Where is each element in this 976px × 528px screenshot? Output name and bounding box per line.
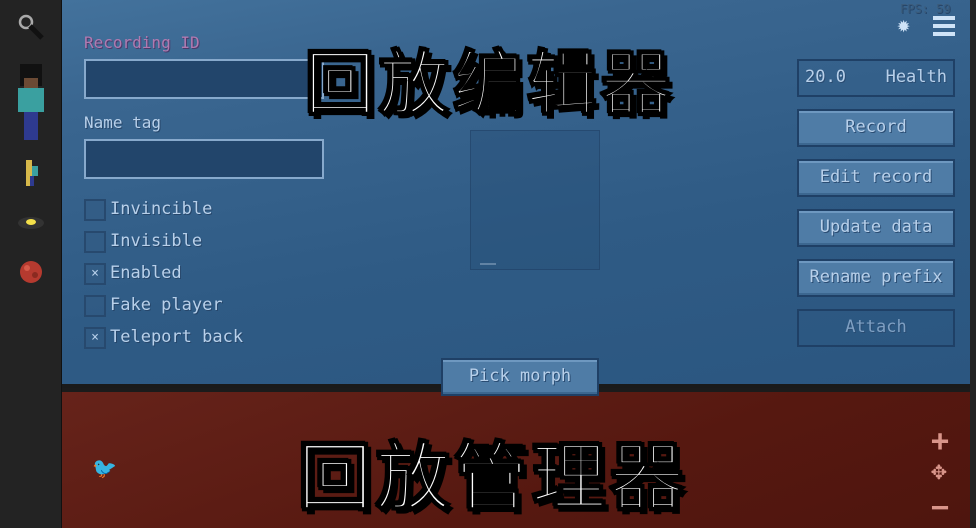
attach-button[interactable]: Attach xyxy=(797,309,955,347)
move-icon[interactable]: ✥ xyxy=(931,456,947,486)
edit-record-button[interactable]: Edit record xyxy=(797,159,955,197)
health-input[interactable]: 20.0 Health xyxy=(797,59,955,97)
pick-morph-button[interactable]: Pick morph xyxy=(441,358,599,396)
teleport-back-checkbox[interactable]: × xyxy=(84,327,106,349)
add-icon[interactable]: + xyxy=(931,424,949,459)
magnifier-icon[interactable] xyxy=(16,12,46,42)
invincible-label[interactable]: Invincible xyxy=(110,199,212,219)
bird-icon: 🐦 xyxy=(92,456,117,480)
small-player-icon[interactable] xyxy=(16,158,46,188)
replay-block-preview xyxy=(470,130,600,270)
name-tag-label: Name tag xyxy=(84,113,162,132)
teleport-back-label[interactable]: Teleport back xyxy=(110,327,243,347)
morph-sidebar xyxy=(0,0,62,528)
remove-icon[interactable]: − xyxy=(931,490,949,525)
enabled-label[interactable]: Enabled xyxy=(110,263,182,283)
red-ore-icon[interactable] xyxy=(16,256,46,286)
invisible-checkbox[interactable] xyxy=(84,231,106,253)
name-tag-input[interactable] xyxy=(84,139,324,179)
edge xyxy=(970,0,976,528)
recording-id-input[interactable] xyxy=(84,59,324,99)
fake-player-label[interactable]: Fake player xyxy=(110,295,223,315)
manager-title-overlay: 回放管理器 xyxy=(297,434,688,522)
invisible-label[interactable]: Invisible xyxy=(110,231,202,251)
fake-player-checkbox[interactable] xyxy=(84,295,106,317)
health-label: Health xyxy=(885,67,947,87)
rename-prefix-button[interactable]: Rename prefix xyxy=(797,259,955,297)
recording-id-label: Recording ID xyxy=(84,33,200,52)
record-button[interactable]: Record xyxy=(797,109,955,147)
eye-disc-icon[interactable] xyxy=(16,207,46,237)
enabled-checkbox[interactable]: × xyxy=(84,263,106,285)
update-data-button[interactable]: Update data xyxy=(797,209,955,247)
menu-icon[interactable] xyxy=(933,16,955,36)
editor-title-overlay: 回放编辑器 xyxy=(304,41,675,126)
invincible-checkbox[interactable] xyxy=(84,199,106,221)
player-morph-icon[interactable] xyxy=(16,64,46,144)
health-value: 20.0 xyxy=(805,67,846,87)
crosshair-icon xyxy=(480,263,496,265)
gear-icon[interactable]: ✹ xyxy=(897,14,910,38)
